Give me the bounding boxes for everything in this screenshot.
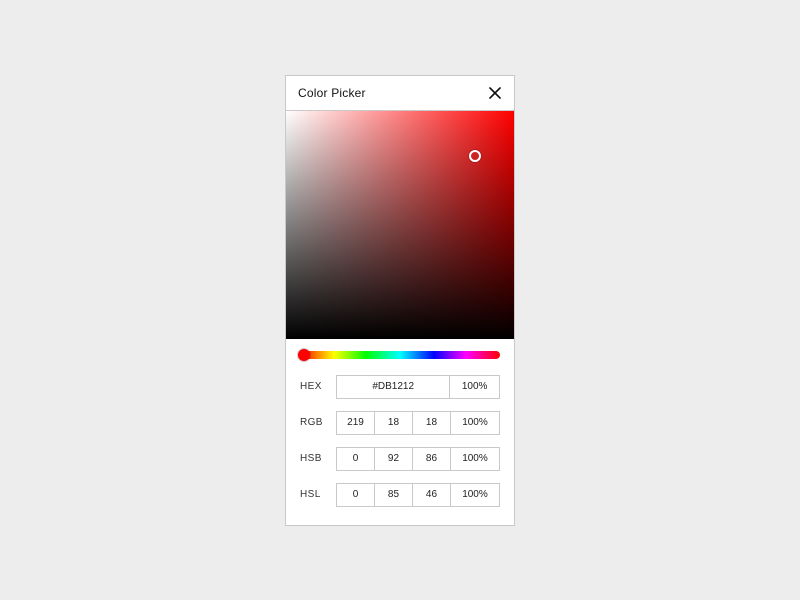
rgb-alpha-input[interactable]: 100% [451,411,500,435]
color-picker-header: Color Picker [286,76,514,111]
hsl-h-input[interactable]: 0 [336,483,375,507]
sv-black-gradient [286,111,514,339]
hsl-row: HSL 0 85 46 100% [300,483,500,507]
color-picker-panel: Color Picker HEX #DB1212 100% RGB [285,75,515,526]
hsl-alpha-input[interactable]: 100% [451,483,500,507]
rgb-b-input[interactable]: 18 [413,411,451,435]
color-values-section: HEX #DB1212 100% RGB 219 18 18 100% HSB … [286,339,514,525]
saturation-value-area[interactable] [286,111,514,339]
hsb-s-input[interactable]: 92 [375,447,413,471]
close-icon[interactable] [488,86,502,100]
hsl-l-input[interactable]: 46 [413,483,451,507]
hsb-h-input[interactable]: 0 [336,447,375,471]
hsb-label: HSB [300,453,326,464]
hex-row: HEX #DB1212 100% [300,375,500,399]
hex-alpha-input[interactable]: 100% [450,375,500,399]
sv-marker[interactable] [469,150,481,162]
hue-handle[interactable] [298,349,310,361]
rgb-label: RGB [300,417,326,428]
hsb-row: HSB 0 92 86 100% [300,447,500,471]
hue-slider[interactable] [300,351,500,359]
hsb-alpha-input[interactable]: 100% [451,447,500,471]
rgb-r-input[interactable]: 219 [336,411,375,435]
hsl-label: HSL [300,489,326,500]
hex-value-input[interactable]: #DB1212 [336,375,450,399]
panel-title: Color Picker [298,86,366,100]
hsl-s-input[interactable]: 85 [375,483,413,507]
hsb-b-input[interactable]: 86 [413,447,451,471]
rgb-row: RGB 219 18 18 100% [300,411,500,435]
hex-label: HEX [300,381,326,392]
rgb-g-input[interactable]: 18 [375,411,413,435]
